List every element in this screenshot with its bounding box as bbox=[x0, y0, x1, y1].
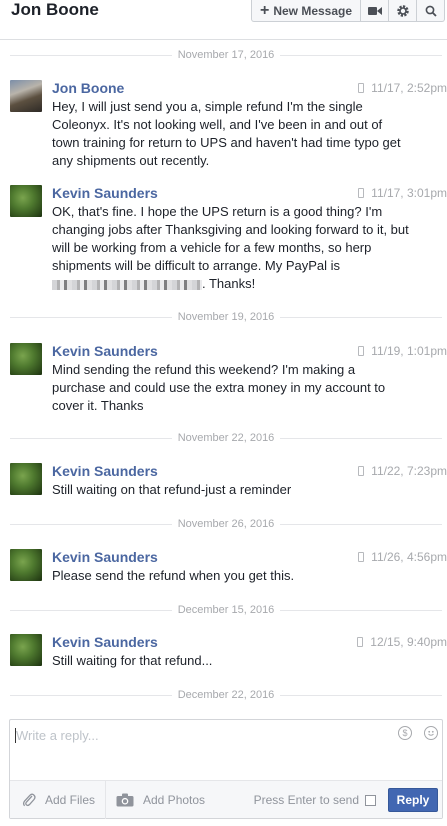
dollar-icon[interactable]: $ bbox=[398, 726, 412, 740]
date-separator: November 26, 2016 bbox=[10, 517, 442, 531]
avatar[interactable] bbox=[10, 463, 42, 495]
sender-name[interactable]: Kevin Saunders bbox=[52, 634, 158, 650]
message-meta: 12/15, 9:40pm bbox=[357, 635, 447, 649]
mobile-phone-icon bbox=[357, 637, 364, 647]
conversation-header: Jon Boone + New Message bbox=[0, 0, 447, 40]
new-message-button[interactable]: + New Message bbox=[252, 0, 360, 21]
paperclip-icon bbox=[22, 792, 36, 808]
message-meta: 11/17, 3:01pm bbox=[358, 186, 447, 200]
gear-icon bbox=[396, 4, 409, 17]
date-separator: December 22, 2016 bbox=[10, 688, 442, 702]
message-text: Please send the refund when you get this… bbox=[52, 568, 295, 583]
press-enter-label: Press Enter to send bbox=[253, 793, 359, 807]
message-thread[interactable]: November 17, 2016 Jon Boone 11/17, 2:52p… bbox=[0, 40, 447, 718]
search-icon bbox=[425, 5, 437, 17]
message-timestamp: 11/19, 1:01pm bbox=[371, 344, 447, 358]
mobile-phone-icon bbox=[358, 346, 365, 356]
press-enter-to-send[interactable]: Press Enter to send bbox=[254, 781, 376, 819]
sender-name[interactable]: Jon Boone bbox=[52, 80, 124, 96]
date-separator: November 22, 2016 bbox=[10, 431, 442, 445]
message-text: Hey, I will just send you a, simple refu… bbox=[52, 99, 401, 168]
message-timestamp: 11/22, 7:23pm bbox=[371, 464, 447, 478]
mobile-phone-icon bbox=[358, 83, 365, 93]
message-item: Kevin Saunders 11/19, 1:01pm Mind sendin… bbox=[10, 343, 447, 419]
avatar[interactable] bbox=[10, 549, 42, 581]
message-timestamp: 11/26, 4:56pm bbox=[371, 550, 447, 564]
avatar[interactable] bbox=[10, 634, 42, 666]
sender-name[interactable]: Kevin Saunders bbox=[52, 185, 158, 201]
video-call-button[interactable] bbox=[360, 0, 388, 21]
message-timestamp: 11/17, 2:52pm bbox=[371, 81, 447, 95]
date-separator: November 17, 2016 bbox=[10, 48, 442, 62]
composer-toolbar: Add Files Add Photos Press Enter to send… bbox=[10, 780, 442, 819]
conversation-title: Jon Boone bbox=[11, 0, 99, 19]
plus-icon: + bbox=[259, 1, 270, 19]
video-camera-icon bbox=[367, 6, 382, 15]
emoji-icon[interactable] bbox=[424, 726, 438, 740]
message-meta: 11/26, 4:56pm bbox=[358, 550, 447, 564]
press-enter-checkbox[interactable] bbox=[365, 794, 376, 806]
sender-name[interactable]: Kevin Saunders bbox=[52, 463, 158, 479]
mobile-phone-icon bbox=[358, 466, 365, 476]
text-cursor bbox=[15, 728, 16, 743]
settings-button[interactable] bbox=[388, 0, 416, 21]
camera-icon bbox=[116, 793, 134, 807]
avatar[interactable] bbox=[10, 80, 42, 112]
date-separator: November 19, 2016 bbox=[10, 310, 442, 324]
add-files-label: Add Files bbox=[45, 793, 96, 807]
add-files-button[interactable]: Add Files bbox=[10, 781, 106, 819]
message-text: Still waiting for that refund... bbox=[52, 653, 213, 668]
header-toolbar: + New Message bbox=[251, 0, 445, 22]
date-separator: December 15, 2016 bbox=[10, 603, 442, 617]
add-photos-label: Add Photos bbox=[143, 793, 206, 807]
avatar[interactable] bbox=[10, 343, 42, 375]
message-item: Jon Boone 11/17, 2:52pm Hey, I will just… bbox=[10, 80, 447, 172]
search-button[interactable] bbox=[416, 0, 444, 21]
message-timestamp: 12/15, 9:40pm bbox=[370, 635, 447, 649]
message-item: Kevin Saunders 12/15, 9:40pm Still waiti… bbox=[10, 634, 447, 674]
sender-name[interactable]: Kevin Saunders bbox=[52, 549, 158, 565]
redacted-email bbox=[52, 279, 202, 290]
message-timestamp: 11/17, 3:01pm bbox=[371, 186, 447, 200]
message-item: Kevin Saunders 11/22, 7:23pm Still waiti… bbox=[10, 463, 447, 503]
message-meta: 11/19, 1:01pm bbox=[358, 344, 447, 358]
message-meta: 11/17, 2:52pm bbox=[358, 81, 447, 95]
add-photos-button[interactable]: Add Photos bbox=[106, 781, 205, 819]
message-text: OK, that's fine. I hope the UPS return i… bbox=[52, 204, 409, 291]
message-meta: 11/22, 7:23pm bbox=[358, 464, 447, 478]
mobile-phone-icon bbox=[358, 552, 365, 562]
mobile-phone-icon bbox=[358, 188, 365, 198]
message-text: Still waiting on that refund-just a remi… bbox=[52, 482, 292, 497]
reply-input[interactable] bbox=[10, 720, 390, 780]
reply-composer: $ Add Files Add Photos Press Enter to se… bbox=[9, 719, 443, 819]
message-text: Mind sending the refund this weekend? I'… bbox=[52, 362, 386, 413]
sender-name[interactable]: Kevin Saunders bbox=[52, 343, 158, 359]
composer-extras: $ bbox=[398, 726, 438, 740]
new-message-label: New Message bbox=[273, 3, 353, 18]
message-item: Kevin Saunders 11/17, 3:01pm OK, that's … bbox=[10, 185, 447, 297]
message-item: Kevin Saunders 11/26, 4:56pm Please send… bbox=[10, 549, 447, 589]
reply-button[interactable]: Reply bbox=[388, 788, 438, 812]
avatar[interactable] bbox=[10, 185, 42, 217]
